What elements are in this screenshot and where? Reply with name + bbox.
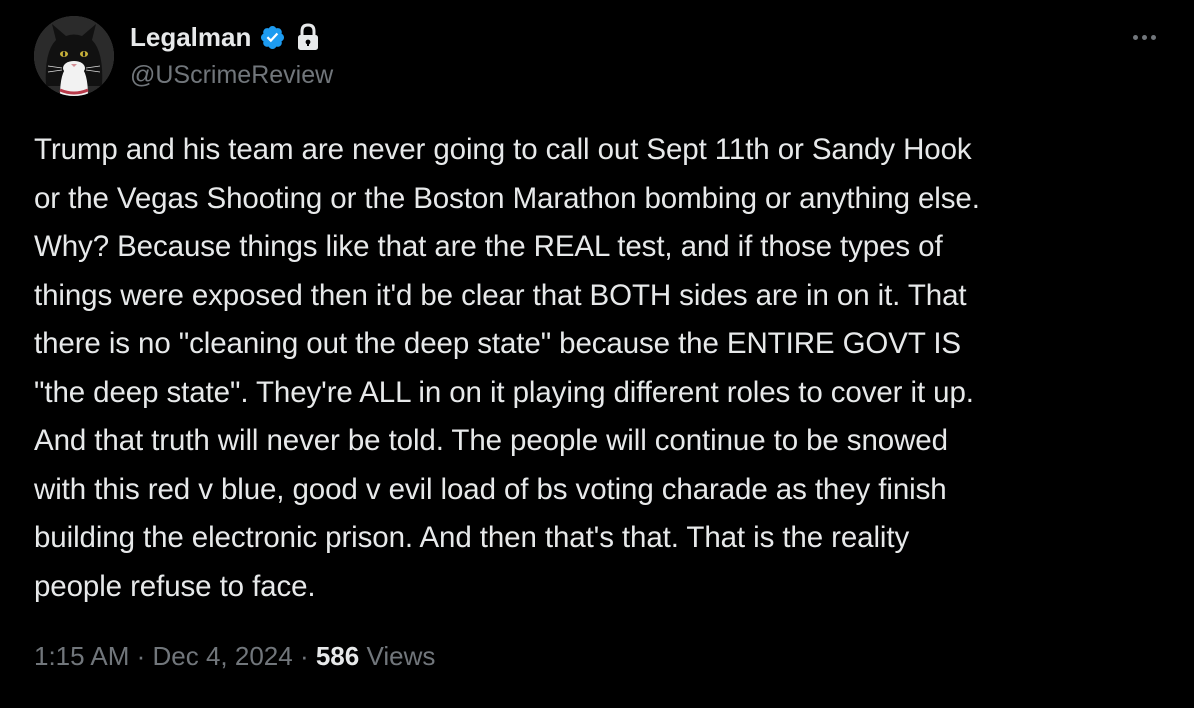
tweet-meta: 1:15 AM · Dec 4, 2024 · 586 Views xyxy=(34,636,435,676)
meta-separator: · xyxy=(129,641,153,671)
avatar[interactable] xyxy=(34,16,114,96)
more-options-icon-dot xyxy=(1141,34,1147,40)
more-options-icon-dot xyxy=(1150,34,1156,40)
author-name-row: Legalman xyxy=(130,18,320,56)
tuxedo-cat-avatar-icon xyxy=(34,16,114,96)
tweet-time[interactable]: 1:15 AM xyxy=(34,641,129,671)
author-handle[interactable]: @UScrimeReview xyxy=(130,58,333,92)
more-options-icon xyxy=(1132,34,1138,40)
tweet-card: Legalman @UScrimeReview Trump and his te… xyxy=(0,0,1194,708)
lock-icon xyxy=(296,23,320,51)
tweet-text: Trump and his team are never going to ca… xyxy=(34,133,980,603)
verified-badge-icon[interactable] xyxy=(259,24,286,51)
views-count: 586 xyxy=(315,641,360,671)
more-options-button[interactable] xyxy=(1124,22,1164,52)
tweet-date[interactable]: Dec 4, 2024 xyxy=(153,641,293,671)
author-display-name[interactable]: Legalman xyxy=(130,18,251,56)
meta-separator: · xyxy=(292,641,316,671)
views-label: Views xyxy=(359,641,436,671)
